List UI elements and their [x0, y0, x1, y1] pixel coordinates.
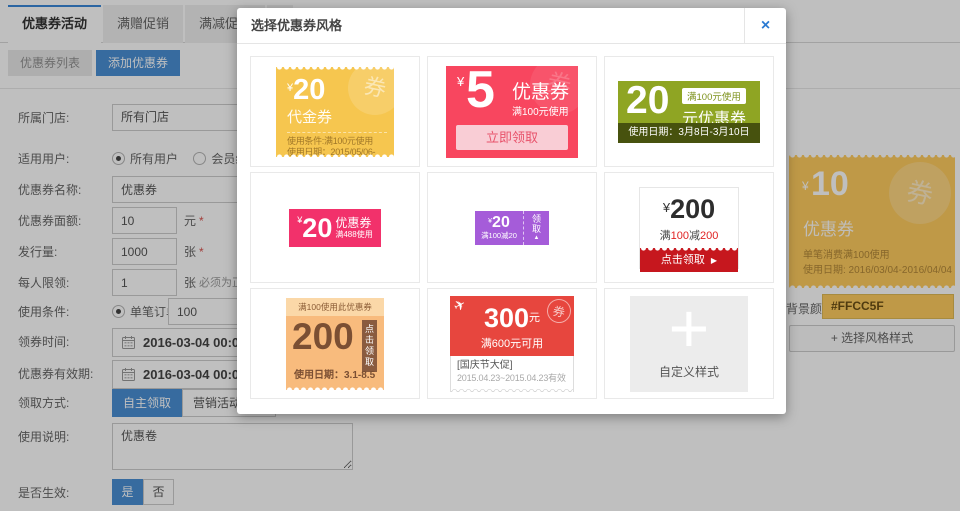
- coupon-style-custom[interactable]: + 自定义样式: [604, 288, 774, 399]
- coupon-graphic: ¥ 20 优惠券 满488使用: [289, 209, 381, 247]
- coupon-style-olive[interactable]: 20 满100元使用 元优惠券 使用日期：3月8日-3月10日: [604, 56, 774, 167]
- coupon-style-grid: 券 ¥20 代金券 使用条件:满100元使用 使用日期：2015/05/06-0…: [250, 56, 774, 399]
- coupon-style-purple[interactable]: ¥20 满100减20 领取 ▲: [427, 172, 597, 283]
- coupon-condition: 满488使用: [335, 230, 372, 239]
- custom-style-label: 自定义样式: [630, 363, 748, 380]
- scallop-edge: [451, 388, 573, 392]
- modal-title: 选择优惠券风格: [251, 8, 342, 44]
- scallop-edge: [286, 386, 384, 390]
- triangle-up-icon: ▲: [534, 235, 540, 241]
- coupon-graphic: ¥20 满100减20 领取 ▲: [475, 211, 549, 245]
- coupon-amount: 200: [292, 314, 354, 360]
- coupon-amount: 5: [466, 66, 495, 120]
- coupon-title: 优惠券: [512, 77, 569, 104]
- coupon-unit: 元: [529, 312, 540, 324]
- scallop-edge: [276, 153, 394, 157]
- coupon-amount: 200: [670, 194, 715, 224]
- coupon-style-modal: 选择优惠券风格 × 券 ¥20 代金券 使用条件:满100元使用 使用日期：20…: [237, 8, 786, 414]
- coupon-graphic: + 自定义样式: [630, 296, 748, 392]
- plus-icon: +: [630, 296, 748, 360]
- coupon-style-white-red[interactable]: ¥200 满100减200 点击领取 ▶: [604, 172, 774, 283]
- coupon-amount: 300: [484, 303, 529, 333]
- coupon-graphic: 20 满100元使用 元优惠券 使用日期：3月8日-3月10日: [618, 81, 760, 143]
- coupon-condition: 满100减200: [640, 227, 738, 243]
- coupon-date: 使用日期：3月8日-3月10日: [618, 123, 760, 143]
- coupon-graphic: 券 ¥ 5 优惠券 满100元使用 立即领取: [446, 66, 578, 158]
- coupon-style-red-ticket[interactable]: ✈ 券 300元 满600元可用 [国庆节大促] 2015.04.23~2015…: [427, 288, 597, 399]
- claim-button[interactable]: 领取: [531, 214, 542, 234]
- coupon-amount: 20: [492, 214, 510, 231]
- coupon-graphic: ✈ 券 300元 满600元可用 [国庆节大促] 2015.04.23~2015…: [450, 296, 574, 392]
- coupon-graphic: ¥200 满100减200 点击领取 ▶: [639, 187, 739, 269]
- coupon-condition: 满100减20: [475, 232, 523, 240]
- coupon-style-pink[interactable]: 券 ¥ 5 优惠券 满100元使用 立即领取: [427, 56, 597, 167]
- coupon-style-peach[interactable]: 满100使用此优惠券 200 点击领取 使用日期：3.1-8.5: [250, 288, 420, 399]
- currency-symbol: ¥: [663, 200, 670, 215]
- modal-header: 选择优惠券风格 ×: [237, 8, 786, 44]
- currency-symbol: ¥: [457, 74, 464, 89]
- coupon-condition: 满100元使用: [512, 103, 569, 118]
- coupon-tag: [国庆节大促]: [457, 359, 567, 372]
- claim-button-label: 点击领取: [661, 254, 705, 266]
- coupon-graphic: 满100使用此优惠券 200 点击领取 使用日期：3.1-8.5: [286, 298, 384, 390]
- click-claim-button[interactable]: 点击领取: [362, 320, 377, 372]
- coupon-graphic: 券 ¥20 代金券 使用条件:满100元使用 使用日期：2015/05/06-0…: [276, 67, 394, 157]
- close-icon[interactable]: ×: [744, 8, 786, 44]
- triangle-right-icon: ▶: [711, 256, 717, 265]
- claim-now-button[interactable]: 立即领取: [456, 125, 568, 150]
- coupon-amount: 20: [302, 209, 332, 247]
- click-claim-button[interactable]: 点击领取 ▶: [640, 248, 738, 272]
- coupon-date: 使用日期：3.1-8.5: [294, 366, 375, 381]
- coupon-title: 优惠券: [335, 217, 372, 230]
- scallop-edge: [640, 248, 738, 252]
- coupon-condition-badge: 满100元使用: [682, 88, 746, 104]
- coupon-amount: 20: [293, 74, 325, 106]
- coupon-date: 2015.04.23~2015.04.23有效: [457, 372, 567, 384]
- coupon-amount: 20: [626, 77, 669, 125]
- coupon-condition: 满600元可用: [450, 335, 574, 351]
- coupon-style-yellow[interactable]: 券 ¥20 代金券 使用条件:满100元使用 使用日期：2015/05/06-0…: [250, 56, 420, 167]
- coupon-style-rose[interactable]: ¥ 20 优惠券 满488使用: [250, 172, 420, 283]
- coupon-condition: 使用条件:满100元使用: [287, 136, 387, 147]
